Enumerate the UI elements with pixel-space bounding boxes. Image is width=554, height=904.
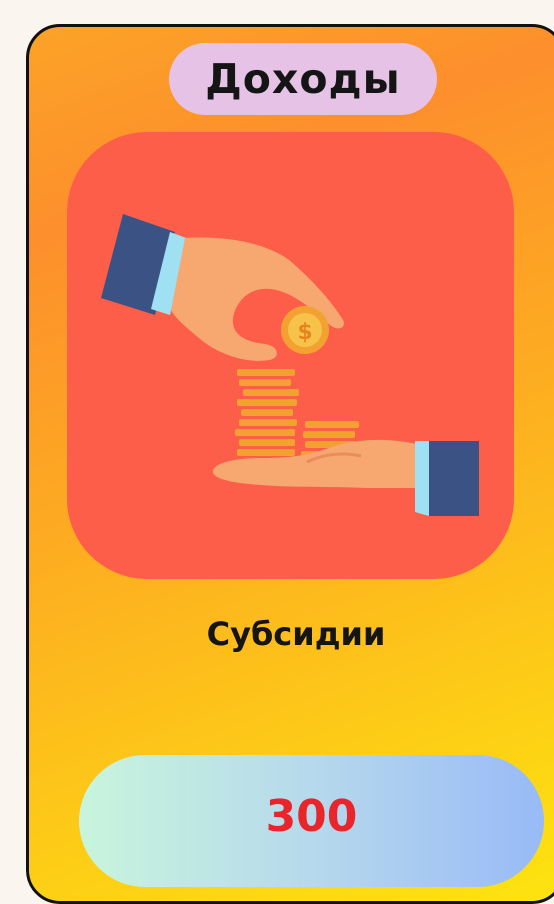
- card-value-badge: 300: [79, 755, 544, 887]
- card-category-title: Доходы: [205, 55, 401, 103]
- card-name: Субсидии: [206, 615, 386, 653]
- card-value: 300: [265, 791, 358, 842]
- card-category-badge: Доходы: [169, 43, 437, 115]
- income-card[interactable]: Доходы $ Субсидии 300: [26, 24, 554, 904]
- hands-giving-coins-icon: $: [101, 214, 479, 516]
- svg-text:$: $: [297, 320, 312, 345]
- card-illustration: $: [67, 132, 514, 579]
